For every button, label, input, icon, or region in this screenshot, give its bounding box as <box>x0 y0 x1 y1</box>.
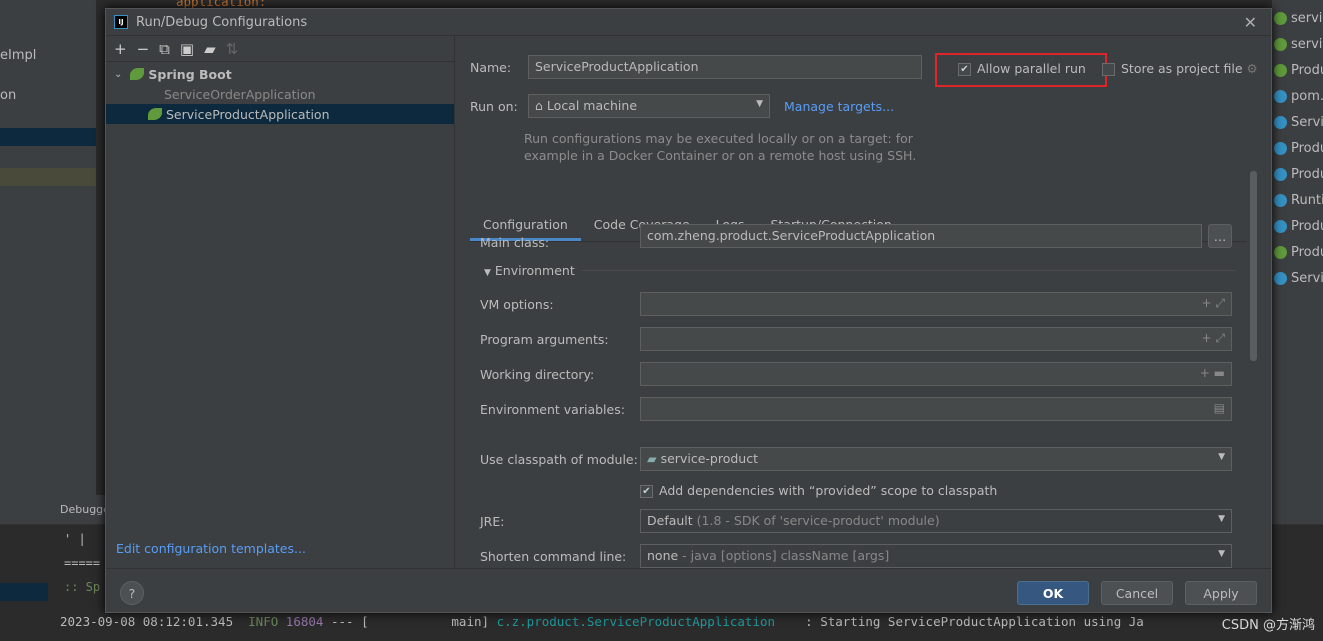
project-item[interactable]: on <box>0 88 16 103</box>
program-args-input[interactable]: + ⤢ <box>640 327 1232 351</box>
close-icon[interactable]: ✕ <box>1244 13 1257 32</box>
chevron-down-icon: ▼ <box>484 268 491 278</box>
name-label: Name: <box>470 60 512 75</box>
env-vars-label: Environment variables: <box>480 402 625 417</box>
dialog-footer: ? OK Cancel Apply <box>106 568 1271 614</box>
home-icon: ⌂ <box>535 98 543 113</box>
help-button[interactable]: ? <box>120 581 144 605</box>
tree-item[interactable]: ServiceOrderApplication <box>106 84 454 104</box>
main-class-input[interactable]: com.zheng.product.ServiceProductApplicat… <box>640 224 1202 248</box>
console-line: :: Sp <box>64 580 101 594</box>
dialog-title: Run/Debug Configurations <box>136 14 308 30</box>
open-file-item[interactable]: Produ <box>1274 215 1323 237</box>
open-file-item[interactable]: Produ <box>1274 137 1323 159</box>
spring-boot-icon <box>148 108 162 120</box>
class-run-icon <box>1274 115 1287 129</box>
dialog-titlebar: IJ Run/Debug Configurations ✕ <box>106 9 1271 36</box>
shorten-label: Shorten command line: <box>480 549 627 564</box>
environment-section[interactable]: ▼ Environment <box>484 263 575 278</box>
watermark: CSDN @方渐鸿 <box>1221 618 1315 633</box>
folder-add-icon[interactable]: ▰ <box>204 40 216 58</box>
sort-icon[interactable]: ⇅ <box>226 40 239 58</box>
browse-button[interactable]: … <box>1208 224 1232 248</box>
classpath-label: Use classpath of module: <box>480 452 638 467</box>
group-label: Spring Boot <box>148 66 232 82</box>
class-icon <box>1274 167 1287 181</box>
spring-boot-icon <box>1274 37 1287 51</box>
cancel-button[interactable]: Cancel <box>1101 581 1173 605</box>
ok-button[interactable]: OK <box>1017 581 1089 605</box>
shorten-select[interactable]: none - java [options] className [args] ▼ <box>640 544 1232 568</box>
vm-options-input[interactable]: + ⤢ <box>640 292 1232 316</box>
gear-icon[interactable]: ⚙ <box>1247 61 1258 76</box>
name-input[interactable]: ServiceProductApplication <box>528 55 922 79</box>
jre-select[interactable]: Default (1.8 - SDK of 'service-product' … <box>640 509 1232 533</box>
class-locked-icon <box>1274 193 1287 207</box>
class-icon <box>1274 141 1287 155</box>
open-files-panel: servic servic Produ pom.x Servic Produ Produ Ru… <box>1272 0 1323 495</box>
chevron-down-icon[interactable]: ⌄ <box>114 69 122 80</box>
run-debug-dialog: IJ Run/Debug Configurations ✕ + − ⧉ ▣ ▰ … <box>105 8 1272 613</box>
open-file-item[interactable]: Runtir <box>1274 189 1323 211</box>
interface-icon <box>1274 63 1287 77</box>
run-on-label: Run on: <box>470 99 518 114</box>
main-class-label: Main class: <box>480 235 550 250</box>
copy-icon[interactable]: ⧉ <box>159 40 170 58</box>
open-file-item[interactable]: servic <box>1274 33 1323 55</box>
log-line: 2023-09-08 08:12:01.345 INFO 16804 --- [… <box>60 614 1144 629</box>
remove-icon[interactable]: − <box>137 40 150 58</box>
tree-item-selected[interactable]: ServiceProductApplication <box>106 104 454 124</box>
classpath-select[interactable]: ▰ service-product ▼ <box>640 447 1232 471</box>
open-file-item[interactable]: Produ <box>1274 59 1323 81</box>
open-file-item[interactable]: servic <box>1274 7 1323 29</box>
add-icon[interactable]: + <box>114 40 127 58</box>
env-vars-input[interactable]: ▤ <box>640 397 1232 421</box>
console-line: ' | <box>64 532 86 546</box>
add-deps-checkbox[interactable]: ✔ Add dependencies with “provided” scope … <box>640 483 997 498</box>
tree-group-spring-boot[interactable]: ⌄ Spring Boot <box>106 64 454 84</box>
open-file-item[interactable]: Servic <box>1274 111 1323 133</box>
tree-toolbar: + − ⧉ ▣ ▰ ⇅ <box>106 36 454 62</box>
working-dir-input[interactable]: + ▬ <box>640 362 1232 386</box>
scrollbar[interactable] <box>1250 171 1257 361</box>
maven-icon <box>1274 89 1287 103</box>
class-icon <box>1274 219 1287 233</box>
folder-icon: ▰ <box>647 451 657 466</box>
apply-button[interactable]: Apply <box>1185 581 1257 605</box>
store-project-checkbox[interactable]: Store as project file ⚙ <box>1102 61 1258 76</box>
program-args-label: Program arguments: <box>480 332 609 347</box>
console-line: ===== <box>64 556 101 570</box>
open-file-item[interactable]: Produ <box>1274 241 1323 263</box>
class-run-icon <box>1274 271 1287 285</box>
run-hint: example in a Docker Container or on a re… <box>524 148 917 163</box>
save-icon[interactable]: ▣ <box>180 40 194 58</box>
allow-parallel-checkbox[interactable]: ✔ Allow parallel run <box>958 61 1086 76</box>
spring-boot-icon <box>130 68 145 80</box>
tab-debugger[interactable]: Debugge <box>60 503 110 516</box>
manage-targets-link[interactable]: Manage targets... <box>784 99 894 114</box>
project-item[interactable]: eImpl <box>0 48 36 63</box>
edit-templates-link[interactable]: Edit configuration templates... <box>116 541 306 556</box>
run-on-select[interactable]: ⌂ Local machine ▼ <box>528 94 770 118</box>
open-file-item[interactable]: Produ <box>1274 163 1323 185</box>
config-form: Name: ServiceProductApplication ✔ Allow p… <box>456 36 1271 568</box>
intellij-logo-icon: IJ <box>114 15 128 29</box>
open-file-item[interactable]: pom.x <box>1274 85 1323 107</box>
jre-label: JRE: <box>480 514 505 529</box>
interface-icon <box>1274 245 1287 259</box>
vm-options-label: VM options: <box>480 297 554 312</box>
project-panel: eImpl on <box>0 0 96 495</box>
open-file-item[interactable]: Servic <box>1274 267 1323 289</box>
spring-boot-icon <box>1274 11 1287 25</box>
config-tree-panel: + − ⧉ ▣ ▰ ⇅ ⌄ Spring Boot ServiceOrderAp… <box>106 36 455 568</box>
chevron-down-icon: ▼ <box>756 99 763 109</box>
working-dir-label: Working directory: <box>480 367 595 382</box>
run-hint: Run configurations may be executed local… <box>524 131 913 146</box>
